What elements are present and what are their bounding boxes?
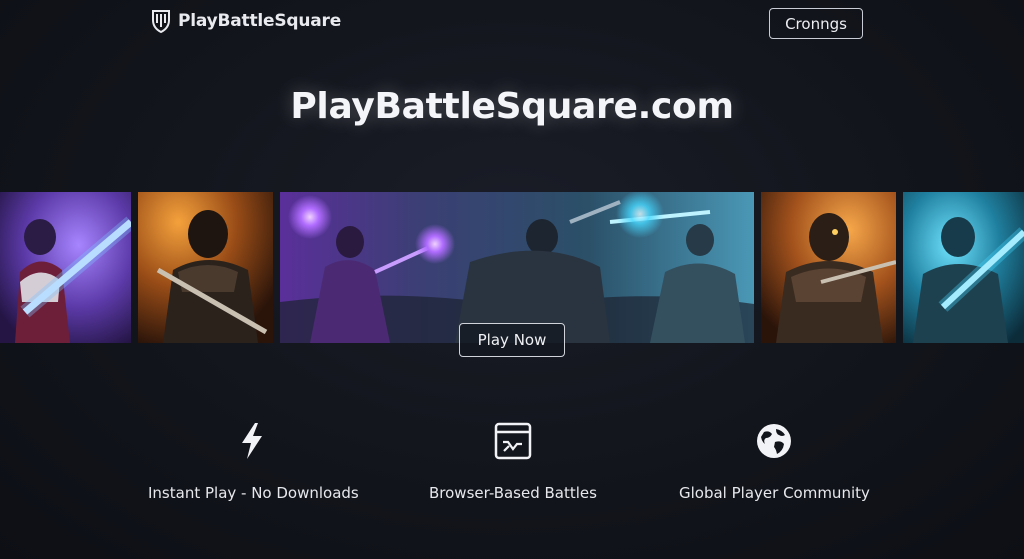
- feature-instant-play: Instant Play - No Downloads: [148, 420, 359, 502]
- battle-banner: [280, 192, 754, 343]
- header-button[interactable]: Cronngs: [769, 8, 863, 39]
- mage-panel-left: [0, 192, 131, 343]
- feature-label: Browser-Based Battles: [429, 484, 597, 502]
- lightning-icon: [242, 423, 262, 459]
- brand-name: PlayBattleSquare: [178, 11, 342, 31]
- feature-label: Instant Play - No Downloads: [148, 484, 359, 502]
- feature-browser-battles: Browser-Based Battles: [429, 420, 597, 502]
- shield-logo-icon: [152, 10, 170, 34]
- feature-label: Global Player Community: [679, 484, 870, 502]
- hero-title: PlayBattleSquare.com: [290, 86, 734, 127]
- globe-icon: [757, 424, 791, 458]
- knight-panel-right: [761, 192, 896, 343]
- swordsman-panel-right: [903, 192, 1024, 343]
- warrior-panel-left: [138, 192, 273, 343]
- site-header: PlayBattleSquare Cronngs: [0, 0, 1024, 48]
- play-now-button[interactable]: Play Now: [459, 323, 565, 357]
- browser-window-icon: [494, 422, 532, 460]
- feature-global-community: Global Player Community: [679, 420, 870, 502]
- brand-logo[interactable]: PlayBattleSquare: [150, 8, 341, 34]
